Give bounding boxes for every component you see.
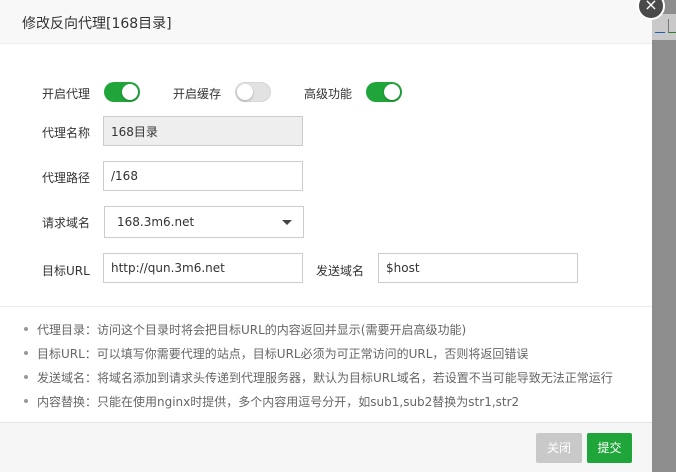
proxy-enabled-toggle[interactable] — [104, 82, 140, 102]
proxy-name-label: 代理名称 — [42, 126, 91, 140]
toggle-knob — [122, 84, 138, 100]
send-domain-input[interactable] — [378, 253, 578, 283]
toggle-knob — [237, 84, 253, 100]
close-button[interactable]: 关闭 — [536, 433, 582, 463]
request-domain-selected-value: 168.3m6.net — [117, 215, 195, 229]
proxy-enabled-label: 开启代理 — [42, 87, 91, 101]
proxy-name-input[interactable] — [103, 116, 303, 146]
submit-button[interactable]: 提交 — [587, 433, 632, 463]
chevron-down-icon — [282, 220, 292, 225]
help-note: 目标URL：可以填写你需要代理的站点，目标URL必须为可正常访问的URL，否则将… — [24, 345, 528, 362]
edit-reverse-proxy-dialog: 修改反向代理[168目录] 开启代理 开启缓存 高级功能 代理名称 代理路径 请… — [0, 0, 652, 472]
bullet-icon — [24, 398, 28, 403]
proxy-path-label: 代理路径 — [42, 171, 91, 185]
dialog-header: 修改反向代理[168目录] — [0, 0, 652, 44]
request-domain-label: 请求域名 — [42, 216, 91, 230]
cache-enabled-label: 开启缓存 — [173, 87, 222, 101]
help-note: 代理目录：访问这个目录时将会把目标URL的内容返回并显示(需要开启高级功能) — [24, 321, 466, 338]
advanced-enabled-toggle[interactable] — [366, 82, 402, 102]
proxy-path-input[interactable] — [103, 161, 303, 191]
target-url-label: 目标URL — [42, 264, 90, 278]
help-note: 内容替换：只能在使用nginx时提供，多个内容用逗号分开，如sub1,sub2替… — [24, 393, 519, 410]
toggle-knob — [384, 84, 400, 100]
bullet-icon — [24, 374, 28, 379]
send-domain-label: 发送域名 — [316, 264, 365, 278]
request-domain-select[interactable]: 168.3m6.net — [104, 206, 304, 238]
bullet-icon — [24, 350, 28, 355]
cache-enabled-toggle[interactable] — [235, 82, 271, 102]
target-url-input[interactable] — [103, 253, 303, 283]
background-link — [655, 19, 665, 33]
help-notes: 代理目录：访问这个目录时将会把目标URL的内容返回并显示(需要开启高级功能) 目… — [0, 306, 652, 422]
background-page — [652, 0, 676, 472]
advanced-enabled-label: 高级功能 — [304, 87, 353, 101]
dialog-title: 修改反向代理[168目录] — [22, 16, 172, 32]
dialog-footer: 关闭 提交 — [0, 422, 652, 472]
background-link-2 — [668, 19, 676, 33]
help-note: 发送域名：将域名添加到请求头传递到代理服务器，默认为目标URL域名，若设置不当可… — [24, 369, 613, 386]
bullet-icon — [24, 326, 28, 331]
